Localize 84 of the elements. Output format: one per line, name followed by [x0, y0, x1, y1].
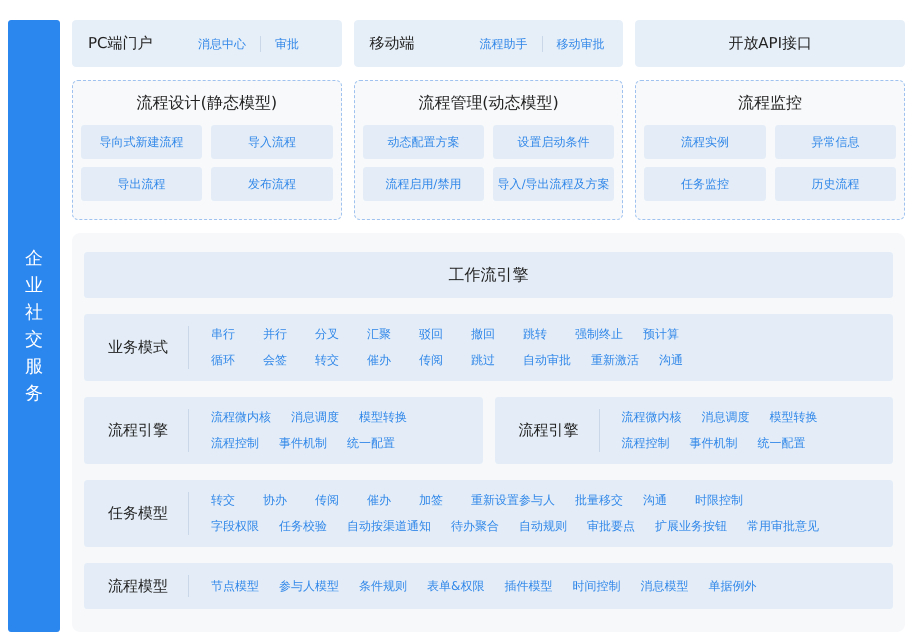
- feature-item: 单据例外: [708, 578, 756, 594]
- portal-link[interactable]: 消息中心: [184, 36, 260, 52]
- feature-item: 消息调度: [291, 409, 339, 426]
- feature-item: 节点模型: [211, 578, 259, 594]
- module-title: 流程设计(静态模型): [136, 93, 278, 114]
- module-tile[interactable]: 设置启动条件: [492, 125, 614, 159]
- feature-item: 沟通: [659, 352, 684, 369]
- module-tile[interactable]: 流程启用/禁用: [362, 167, 484, 201]
- module-tile[interactable]: 动态配置方案: [362, 125, 484, 159]
- feature-item: 重新设置参与人: [471, 492, 555, 509]
- feature-item: 批量移交: [575, 492, 623, 509]
- sidebar-title: 企业社交服务: [25, 247, 43, 406]
- feature-title: 流程引擎: [84, 409, 189, 452]
- portal-title: 移动端: [370, 34, 416, 53]
- feature-title: 业务模式: [84, 326, 189, 369]
- portal-link[interactable]: 流程助手: [466, 36, 542, 52]
- feature-item: 流程微内核: [211, 409, 271, 426]
- feature-item: 传阅: [419, 352, 444, 369]
- feature-item: 预计算: [643, 326, 679, 343]
- feature-item: 事件机制: [690, 435, 738, 452]
- feature-item: 参与人模型: [279, 578, 339, 594]
- feature-item: 流程微内核: [622, 409, 682, 426]
- feature-item: 消息模型: [640, 578, 688, 594]
- feature-title: 任务模型: [84, 492, 189, 535]
- feature-item: 字段权限: [211, 518, 259, 535]
- feature-item: 转交: [315, 352, 340, 369]
- module-tile[interactable]: 发布流程: [211, 167, 333, 201]
- feature-item: 催办: [367, 352, 392, 369]
- feature-item: 审批要点: [587, 518, 635, 535]
- module-tile[interactable]: 导向式新建流程: [81, 125, 202, 159]
- engine-title: 工作流引擎: [84, 252, 893, 298]
- feature-item: 统一配置: [347, 435, 395, 452]
- module-title: 流程监控: [738, 93, 802, 114]
- feature-item: 模型转换: [359, 409, 407, 426]
- feature-item: 流程控制: [622, 435, 670, 452]
- module-tile[interactable]: 导入/导出流程及方案: [492, 167, 614, 201]
- portal-title: PC端门户: [88, 34, 154, 53]
- feature-item: 跳转: [523, 326, 548, 343]
- feature-item: 消息调度: [702, 409, 750, 426]
- feature-item: 自动按渠道通知: [347, 518, 431, 535]
- feature-item: 协办: [263, 492, 288, 509]
- feature-item: 驳回: [419, 326, 444, 343]
- module-tile[interactable]: 导入流程: [211, 125, 333, 159]
- feature-item: 任务校验: [279, 518, 327, 535]
- feature-title: 流程引擎: [494, 409, 600, 452]
- feature-item: 流程控制: [211, 435, 259, 452]
- feature-item: 扩展业务按钮: [655, 518, 727, 535]
- feature-item: 串行: [211, 326, 236, 343]
- feature-item: 条件规则: [359, 578, 407, 594]
- feature-item: 催办: [367, 492, 392, 509]
- feature-item: 模型转换: [770, 409, 818, 426]
- feature-item: 转交: [211, 492, 236, 509]
- module-tile[interactable]: 导出流程: [81, 167, 202, 201]
- feature-item: 自动审批: [523, 352, 571, 369]
- feature-item: 跳过: [471, 352, 496, 369]
- feature-item: 统一配置: [758, 435, 806, 452]
- feature-item: 并行: [263, 326, 288, 343]
- feature-item: 事件机制: [279, 435, 327, 452]
- module-tile[interactable]: 异常信息: [774, 125, 896, 159]
- feature-item: 表单&权限: [427, 578, 484, 594]
- module-title: 流程管理(动态模型): [418, 93, 559, 114]
- feature-item: 沟通: [643, 492, 668, 509]
- feature-item: 强制终止: [575, 326, 623, 343]
- feature-item: 循环: [211, 352, 236, 369]
- module-tile[interactable]: 历史流程: [774, 167, 896, 201]
- module-tile[interactable]: 任务监控: [644, 167, 766, 201]
- feature-item: 自动规则: [519, 518, 567, 535]
- feature-item: 时间控制: [572, 578, 620, 594]
- portal-link[interactable]: 移动审批: [542, 36, 619, 52]
- feature-item: 汇聚: [367, 326, 392, 343]
- feature-item: 重新激活: [591, 352, 639, 369]
- feature-item: 常用审批意见: [747, 518, 819, 535]
- feature-item: 传阅: [315, 492, 340, 509]
- module-tile[interactable]: 流程实例: [644, 125, 766, 159]
- feature-item: 会签: [263, 352, 288, 369]
- portal-link[interactable]: 审批: [260, 36, 313, 52]
- feature-item: 待办聚合: [451, 518, 499, 535]
- feature-item: 撤回: [471, 326, 496, 343]
- feature-item: 插件模型: [504, 578, 552, 594]
- feature-item: 加签: [419, 492, 444, 509]
- portal-title: 开放API接口: [728, 34, 812, 53]
- feature-item: 时限控制: [695, 492, 743, 509]
- feature-title: 流程模型: [84, 575, 189, 597]
- feature-item: 分叉: [315, 326, 340, 343]
